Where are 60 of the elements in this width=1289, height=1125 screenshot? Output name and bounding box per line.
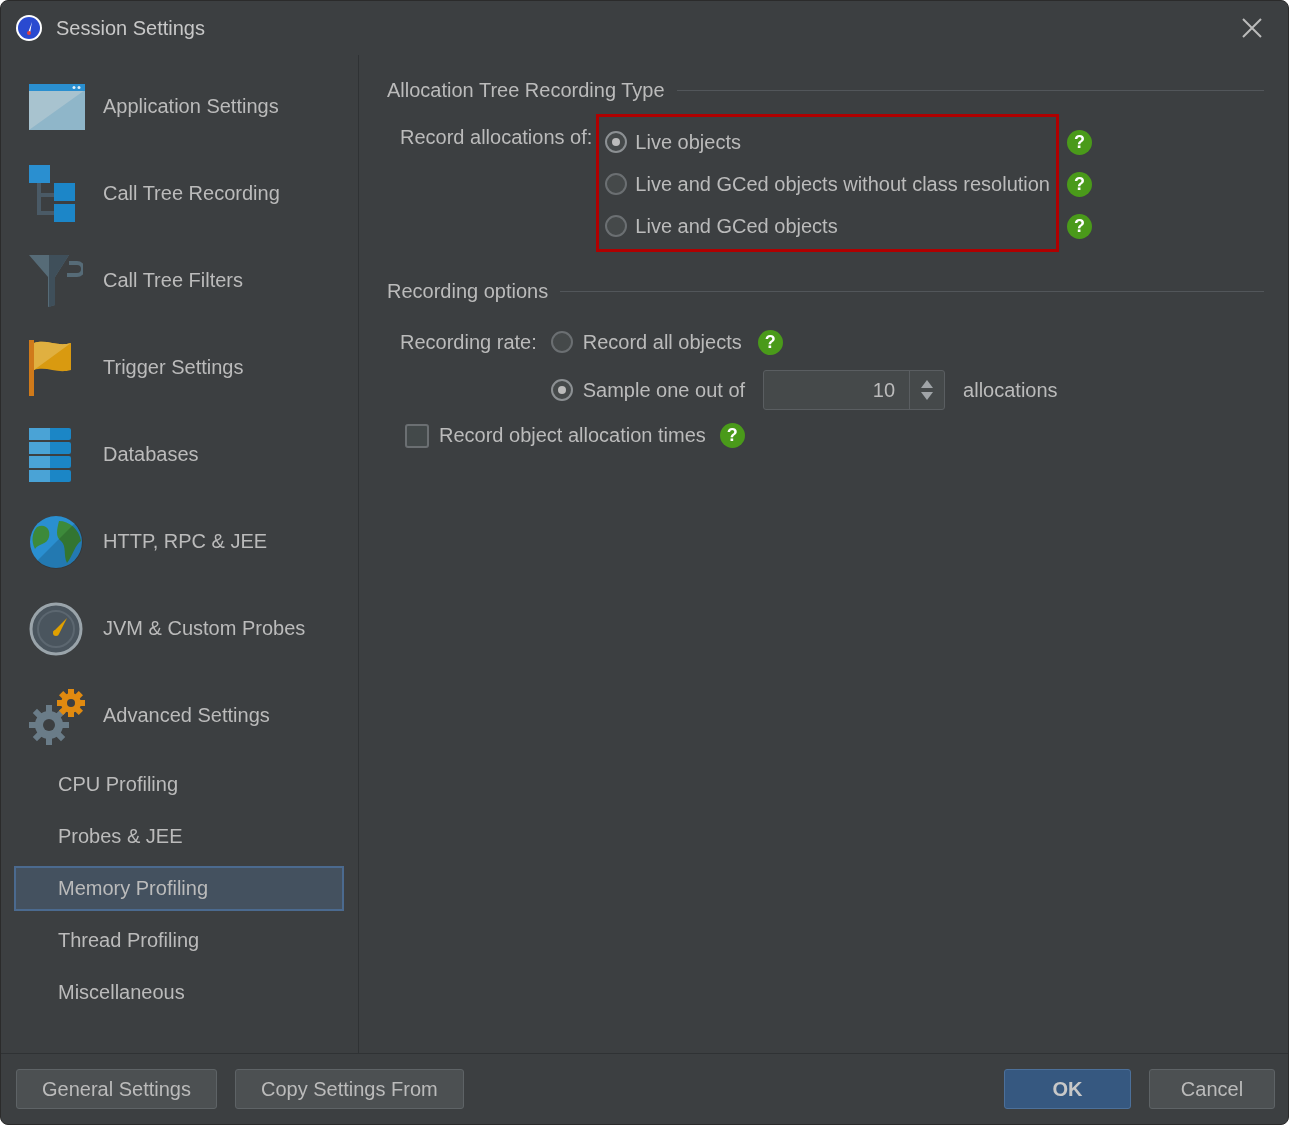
sidebar-item-label: Application Settings [103, 95, 279, 118]
sidebar-subitem[interactable]: Thread Profiling [14, 918, 344, 963]
checkbox[interactable] [405, 423, 429, 448]
dialog-button[interactable]: Copy Settings From [235, 1069, 464, 1109]
section-title: Recording options [387, 280, 549, 303]
sidebar-item-label: Trigger Settings [103, 356, 244, 379]
checkbox-label[interactable]: Record object allocation times [439, 424, 706, 447]
stepper-arrows-icon[interactable] [920, 379, 935, 401]
sidebar-item[interactable]: Databases [1, 411, 358, 498]
sidebar-item-label: Call Tree Filters [103, 269, 244, 292]
gears-icon [29, 686, 87, 745]
close-icon[interactable] [1242, 18, 1262, 38]
radio-button[interactable] [605, 215, 628, 237]
radio-button[interactable] [605, 131, 628, 153]
sidebar-item[interactable]: Application Settings [1, 63, 358, 150]
radio-label[interactable]: Live objects [635, 130, 741, 154]
field-label: Recording rate: [400, 330, 537, 354]
sidebar-item-label: HTTP, RPC & JEE [103, 530, 268, 553]
radio-label[interactable]: Live and GCed objects without class resolution [635, 172, 1050, 196]
gauge-icon [29, 601, 83, 656]
database-icon [29, 427, 71, 482]
radio-label[interactable]: Record all objects [582, 330, 742, 354]
sidebar-item[interactable]: Call Tree Filters [1, 237, 358, 324]
window-title: Session Settings [56, 16, 206, 40]
radio-button[interactable] [550, 379, 573, 401]
radio-button[interactable] [550, 331, 573, 353]
section-title: Allocation Tree Recording Type [387, 79, 665, 102]
ok-button[interactable]: OK [1004, 1069, 1131, 1109]
tree-icon [29, 164, 77, 223]
flag-icon [29, 339, 73, 396]
help-icon[interactable]: ? [757, 329, 783, 355]
sidebar-item[interactable]: Call Tree Recording [1, 150, 358, 237]
sidebar-item[interactable]: Trigger Settings [1, 324, 358, 411]
help-icon[interactable]: ? [1067, 171, 1092, 197]
sidebar-subitem[interactable]: Memory Profiling [14, 866, 344, 911]
sidebar-subitem[interactable]: Miscellaneous [14, 970, 344, 1015]
sidebar-item-label: Call Tree Recording [103, 182, 280, 205]
window-icon [29, 83, 85, 130]
unit-label: allocations [963, 378, 1058, 402]
sidebar-item[interactable]: Advanced Settings [1, 672, 358, 759]
sidebar-subitem[interactable]: CPU Profiling [14, 762, 344, 807]
sidebar-item[interactable]: JVM & Custom Probes [1, 585, 358, 672]
help-icon[interactable]: ? [1067, 129, 1092, 155]
gauge-icon [15, 14, 43, 42]
globe-icon [29, 514, 83, 569]
funnel-icon [29, 254, 83, 307]
sidebar-item-label: Advanced Settings [103, 704, 270, 727]
sidebar-item[interactable]: HTTP, RPC & JEE [1, 498, 358, 585]
help-icon[interactable]: ? [1067, 213, 1092, 239]
dialog-button[interactable]: Cancel [1149, 1069, 1275, 1109]
help-icon[interactable]: ? [719, 423, 745, 448]
sidebar-item-label: JVM & Custom Probes [103, 617, 306, 640]
radio-button[interactable] [605, 173, 628, 195]
sidebar-item-label: Databases [103, 443, 199, 466]
number-spinner[interactable]: 10 [763, 370, 946, 410]
sidebar-subitem[interactable]: Probes & JEE [14, 814, 344, 859]
radio-label[interactable]: Sample one out of [582, 378, 746, 402]
radio-label[interactable]: Live and GCed objects [635, 214, 838, 238]
dialog-button[interactable]: General Settings [16, 1069, 217, 1109]
field-label: Record allocations of: [400, 125, 593, 149]
